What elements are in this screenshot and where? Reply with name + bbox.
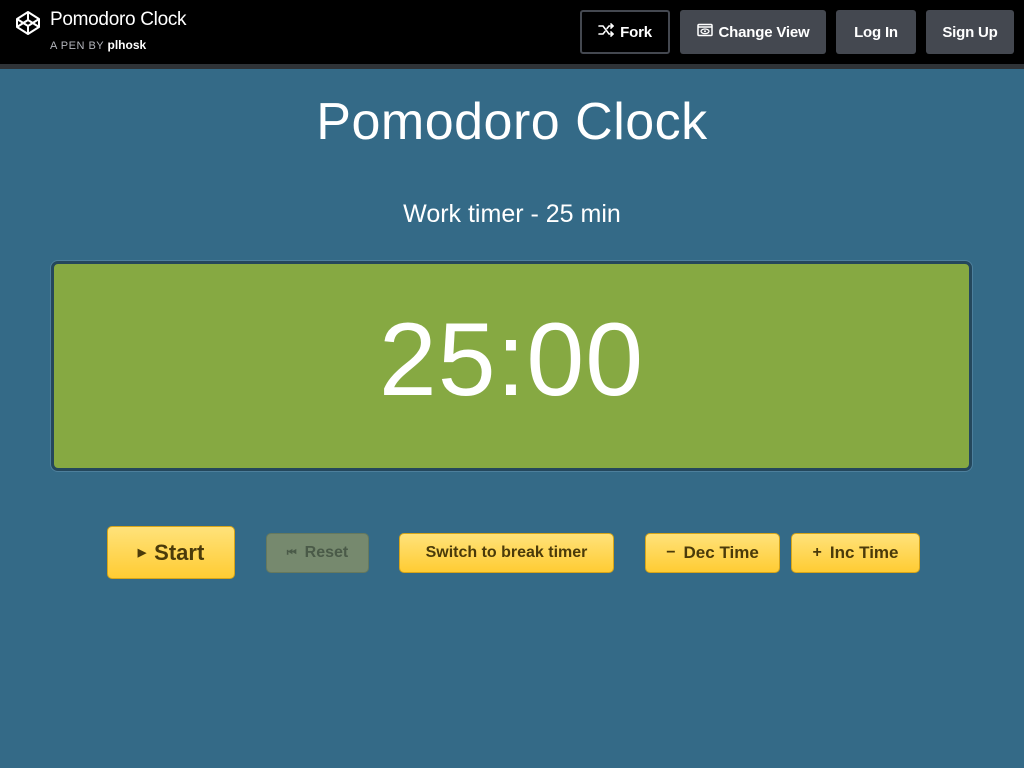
log-in-button[interactable]: Log In [836,10,916,54]
author-link[interactable]: plhosk [108,38,147,52]
codepen-logo-icon[interactable] [14,9,42,37]
switch-to-break-button[interactable]: Switch to break timer [399,533,614,573]
fork-icon [598,23,620,41]
eye-icon [696,23,719,41]
start-button[interactable]: ▶ Start [107,526,235,579]
clock-time: 25:00 [378,301,645,418]
fork-label: Fork [620,23,652,41]
codepen-header: Pomodoro Clock A PEN BY plhosk Fork Chan… [0,0,1024,64]
timer-subtitle: Work timer - 25 min [403,200,621,228]
clock-display: 25:00 [51,261,972,471]
sign-up-button[interactable]: Sign Up [926,10,1014,54]
inc-time-label: Inc Time [829,543,899,562]
plus-icon: + [812,544,822,561]
change-view-button[interactable]: Change View [680,10,826,54]
pen-title: Pomodoro Clock [50,9,187,30]
start-label: Start [154,539,205,565]
pen-author-line: A PEN BY plhosk [50,38,146,52]
change-view-label: Change View [718,23,810,41]
fork-button[interactable]: Fork [580,10,670,54]
play-icon: ▶ [137,547,147,559]
page-title: Pomodoro Clock [316,93,708,151]
inc-time-button[interactable]: + Inc Time [791,533,920,573]
pen-by-label: A PEN BY [50,40,104,52]
minus-icon: − [666,544,676,561]
reset-label: Reset [304,544,349,561]
dec-time-button[interactable]: − Dec Time [645,533,780,573]
reset-button[interactable]: ⏮ Reset [266,533,369,573]
dec-time-label: Dec Time [683,543,759,562]
skip-back-icon: ⏮ [286,546,297,559]
header-divider [0,64,1024,69]
